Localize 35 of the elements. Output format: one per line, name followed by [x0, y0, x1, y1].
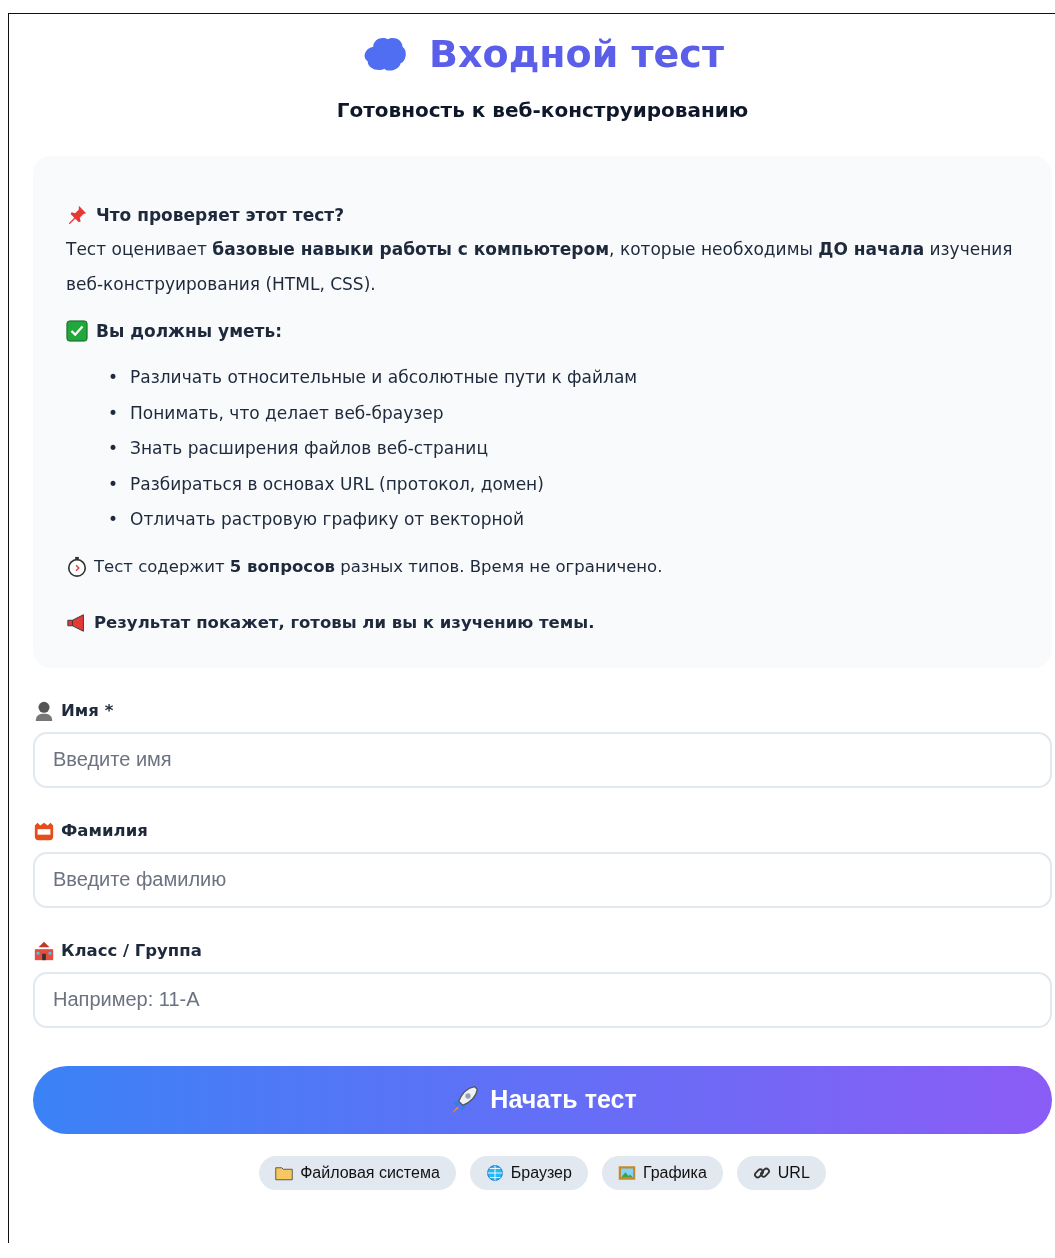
bullet: • — [108, 508, 119, 531]
section-heading: Что проверяет этот тест? — [96, 205, 344, 225]
page-title: Входной тест — [429, 32, 724, 76]
field-label: Имя * — [61, 701, 114, 720]
checkbox-icon — [66, 320, 88, 342]
skill-item: Разбираться в основах URL (протокол, домен) — [130, 472, 544, 496]
test-note: Тест содержит 5 вопросов разных типов. Время не ограничено. — [94, 557, 663, 576]
tag-label: Файловая система — [300, 1163, 440, 1182]
school-building-icon — [33, 939, 55, 962]
page-subtitle: Готовность к веб-конструированию — [335, 98, 750, 122]
tag-label: URL — [777, 1163, 810, 1182]
input-field[interactable]: Введите имя — [33, 731, 1052, 788]
field-label: Класс / Группа — [61, 941, 202, 960]
start-button[interactable]: Начать тест — [33, 1065, 1052, 1134]
bullet: • — [108, 366, 119, 389]
framed-picture-icon — [617, 1163, 636, 1182]
input-field[interactable]: Введите фамилию — [33, 851, 1052, 908]
input-field[interactable]: Например: 11-А — [33, 971, 1052, 1028]
skill-item: Знать расширения файлов веб-страниц — [130, 437, 488, 460]
person-icon — [33, 699, 55, 722]
tag-label: Графика — [642, 1163, 707, 1182]
stopwatch-icon — [66, 555, 88, 578]
bullet: • — [108, 472, 119, 496]
bullet: • — [108, 437, 119, 460]
skill-item: Отличать растровую графику от векторной — [130, 508, 525, 531]
tag-label: Браузер — [510, 1163, 572, 1182]
section-heading: Вы должны уметь: — [96, 321, 282, 341]
field-label: Фамилия — [61, 821, 148, 840]
result-note: Результат покажет, готовы ли вы к изучению темы. — [94, 613, 595, 632]
skill-item: Различать относительные и абсолютные пути к файлам — [130, 366, 638, 389]
globe-icon — [485, 1163, 504, 1182]
bullet: • — [108, 401, 119, 425]
pushpin-icon — [66, 204, 88, 226]
intro-paragraph: Тест оценивает базовые навыки работы с компьютером, которые необходимы ДО начала изучения веб-конструирования (HTML, CSS). — [66, 238, 1014, 296]
skill-item: Понимать, что делает веб-браузер — [130, 401, 444, 425]
